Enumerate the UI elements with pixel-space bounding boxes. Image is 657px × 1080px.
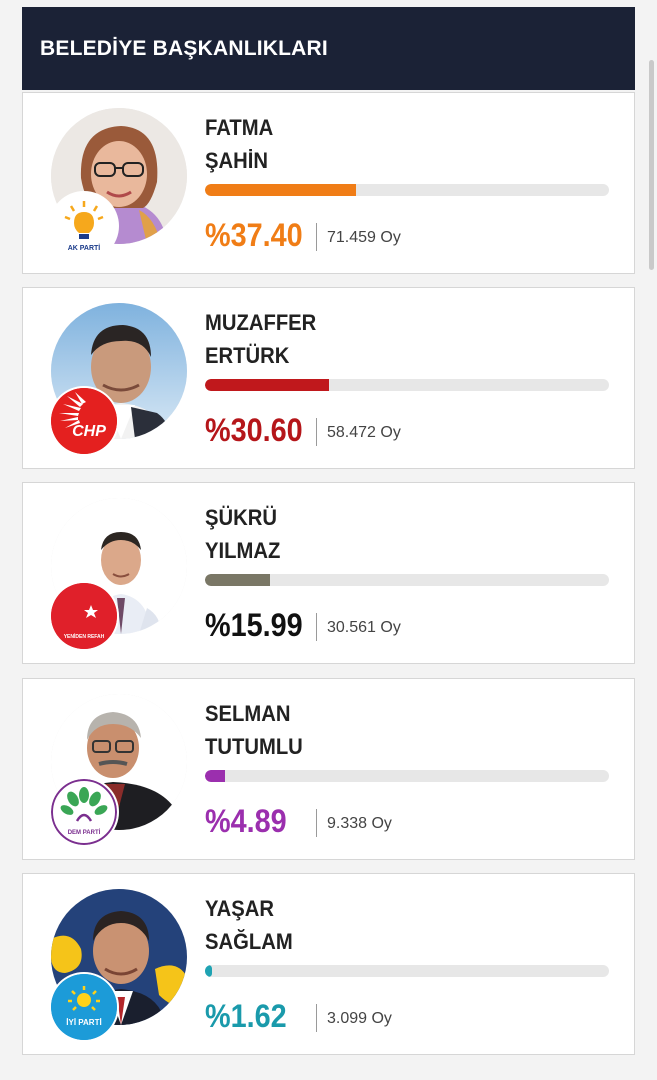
logo-text: DEM PARTİ	[68, 829, 101, 836]
vote-share-bar	[205, 965, 609, 977]
yeniden-refah-logo: YENİDEN REFAH	[51, 583, 117, 649]
divider	[316, 418, 317, 446]
logo-text: CHP	[72, 423, 106, 440]
candidate-last-name: ŞAHİN	[205, 148, 268, 173]
vote-count: 3.099 Oy	[327, 1010, 392, 1027]
candidate-name: YAŞAR SAĞLAM	[205, 892, 293, 958]
divider	[316, 1004, 317, 1032]
scrollbar[interactable]	[649, 60, 654, 270]
candidate-name: MUZAFFER ERTÜRK	[205, 306, 316, 372]
logo-text: İYİ PARTİ	[66, 1018, 101, 1027]
dem-parti-logo: DEM PARTİ	[51, 779, 117, 845]
divider	[316, 613, 317, 641]
vote-share-bar	[205, 379, 609, 391]
ak-parti-logo: AK PARTİ	[51, 193, 117, 259]
iyi-parti-logo: İYİ PARTİ	[51, 974, 117, 1040]
logo-text: YENİDEN REFAH	[64, 633, 105, 640]
vote-count: 9.338 Oy	[327, 815, 392, 832]
vote-percentage: %37.40	[205, 217, 303, 253]
vote-share-fill	[205, 574, 270, 586]
vote-percentage: %4.89	[205, 803, 287, 839]
candidate-last-name: YILMAZ	[205, 538, 281, 563]
vote-share-bar	[205, 574, 609, 586]
vote-share-fill	[205, 770, 225, 782]
vote-percentage: %15.99	[205, 607, 303, 643]
candidate-last-name: ERTÜRK	[205, 343, 290, 368]
candidate-card[interactable]: AK PARTİ FATMA ŞAHİN %37.40 71.459 Oy	[22, 92, 635, 274]
candidate-card[interactable]: İYİ PARTİ YAŞAR SAĞLAM %1.62 3.099 Oy	[22, 873, 635, 1055]
vote-count: 30.561 Oy	[327, 619, 401, 636]
candidate-card[interactable]: YENİDEN REFAH ŞÜKRÜ YILMAZ %15.99 30.561…	[22, 482, 635, 664]
candidate-card[interactable]: DEM PARTİ SELMAN TUTUMLU %4.89 9.338 Oy	[22, 678, 635, 860]
vote-share-fill	[205, 965, 212, 977]
candidate-first-name: MUZAFFER	[205, 310, 317, 335]
logo-text: AK PARTİ	[68, 244, 101, 252]
vote-count: 71.459 Oy	[327, 229, 401, 246]
vote-percentage: %1.62	[205, 998, 287, 1034]
candidate-last-name: SAĞLAM	[205, 929, 293, 954]
candidate-first-name: YAŞAR	[205, 896, 274, 921]
vote-share-fill	[205, 379, 329, 391]
vote-count: 58.472 Oy	[327, 424, 401, 441]
candidate-first-name: ŞÜKRÜ	[205, 505, 277, 530]
candidate-name: SELMAN TUTUMLU	[205, 697, 303, 763]
candidate-card[interactable]: CHP MUZAFFER ERTÜRK %30.60 58.472 Oy	[22, 287, 635, 469]
vote-share-fill	[205, 184, 357, 196]
candidate-name: ŞÜKRÜ YILMAZ	[205, 501, 280, 567]
candidate-last-name: TUTUMLU	[205, 734, 303, 759]
divider	[316, 223, 317, 251]
header-title: BELEDİYE BAŞKANLIKLARI	[40, 36, 328, 60]
candidate-name: FATMA ŞAHİN	[205, 111, 273, 177]
candidate-first-name: FATMA	[205, 115, 274, 140]
results-header: BELEDİYE BAŞKANLIKLARI	[22, 7, 635, 90]
chp-logo: CHP	[51, 388, 117, 454]
divider	[316, 809, 317, 837]
vote-share-bar	[205, 184, 609, 196]
vote-percentage: %30.60	[205, 412, 303, 448]
vote-share-bar	[205, 770, 609, 782]
candidate-first-name: SELMAN	[205, 701, 291, 726]
